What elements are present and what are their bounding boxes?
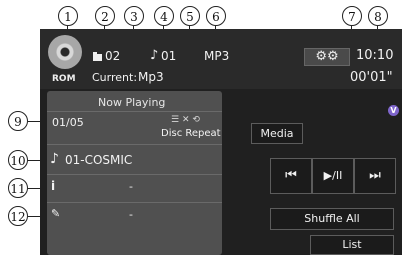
shuffle-all-button[interactable]: Shuffle All — [270, 208, 394, 230]
callout-10: 10 — [8, 150, 28, 170]
next-track-button[interactable]: ⏭ — [354, 158, 396, 194]
callout-6: 6 — [206, 6, 226, 26]
folder-icon — [93, 52, 102, 61]
source-rom-label: ROM — [52, 74, 76, 84]
album-name: - — [129, 208, 133, 221]
panel-divider — [47, 111, 222, 112]
media-button[interactable]: Media — [251, 123, 303, 144]
callout-3: 3 — [124, 6, 144, 26]
callout-7: 7 — [342, 6, 362, 26]
panel-divider — [47, 144, 222, 145]
music-note-icon: ♪ — [150, 48, 159, 63]
callout-12: 12 — [8, 206, 28, 226]
callout-4: 4 — [154, 6, 174, 26]
person-icon: i — [51, 179, 56, 193]
play-pause-button[interactable]: ▶/II — [312, 158, 354, 194]
folder-number: 02 — [105, 49, 121, 63]
head-unit-screen: ROM 02 ♪ 01 MP3 Current: Mp3 ⚙⚙ 10:10 00… — [40, 29, 402, 255]
voice-icon: V — [388, 105, 399, 116]
settings-button[interactable]: ⚙⚙ — [304, 48, 350, 66]
status-bar: ROM 02 ♪ 01 MP3 Current: Mp3 ⚙⚙ 10:10 00… — [40, 29, 402, 89]
panel-title: Now Playing — [98, 96, 166, 109]
artist-name: - — [129, 180, 133, 193]
previous-track-button[interactable]: ⏮ — [270, 158, 312, 194]
track-title: 01-COSMIC — [65, 153, 133, 167]
current-label: Current: — [92, 71, 138, 84]
track-number: 01 — [161, 49, 177, 63]
clock: 10:10 — [356, 48, 394, 63]
now-playing-panel: Now Playing 01/05 ☰ ✕ ⟲ Disc Repeat ♪ 01… — [47, 91, 222, 255]
list-button[interactable]: List — [310, 235, 394, 255]
music-note-icon: ♪ — [50, 151, 59, 167]
disc-icon[interactable] — [48, 35, 82, 69]
list-icon: ☰ — [171, 115, 180, 125]
callout-1: 1 — [58, 6, 78, 26]
elapsed-time: 00'01" — [350, 70, 393, 85]
current-file-type: Mp3 — [138, 70, 164, 84]
callout-5: 5 — [180, 6, 200, 26]
gear-icon: ⚙⚙ — [315, 49, 339, 64]
repeat-status-icons: ☰ ✕ ⟲ — [171, 115, 200, 125]
panel-divider — [47, 202, 222, 203]
pen-icon: ✎ — [51, 207, 61, 220]
callout-8: 8 — [368, 6, 388, 26]
callout-2: 2 — [95, 6, 115, 26]
callout-9: 9 — [8, 111, 28, 131]
callout-11: 11 — [8, 178, 28, 198]
file-format: MP3 — [204, 49, 230, 63]
shuffle-off-icon: ✕ — [181, 115, 190, 125]
repeat-mode[interactable]: Disc Repeat — [161, 128, 221, 139]
repeat-icon[interactable]: ⟲ — [192, 115, 200, 125]
panel-divider — [47, 174, 222, 175]
track-count: 01/05 — [52, 116, 84, 129]
